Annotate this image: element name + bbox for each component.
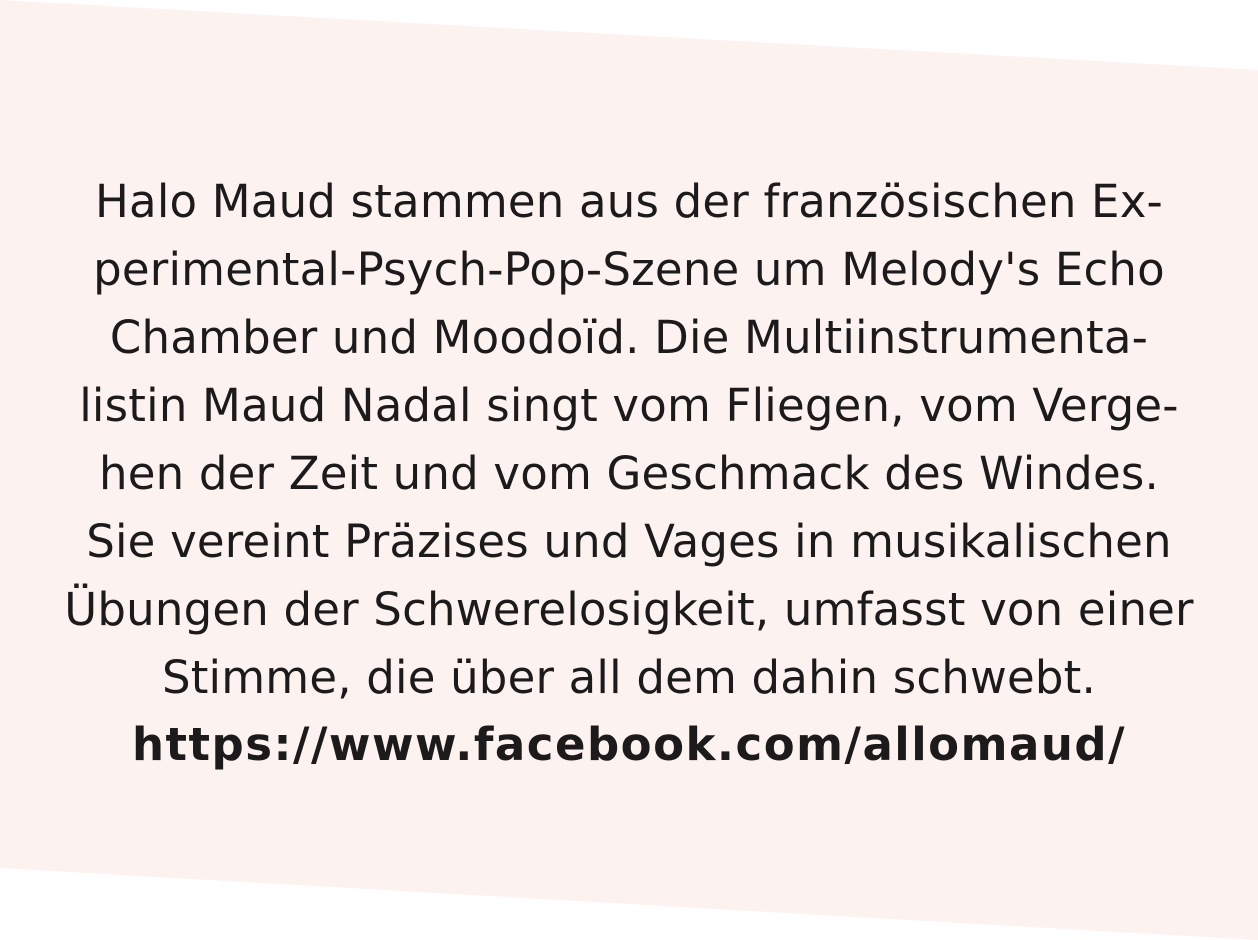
page: Halo Maud stammen aus der französischen … xyxy=(0,0,1258,940)
description-text-block: Halo Maud stammen aus der französischen … xyxy=(40,168,1218,776)
paragraph-line: listin Maud Nadal singt vom Fliegen, vom… xyxy=(79,379,1179,432)
paragraph-line: Stimme, die über all dem dahin schwebt. xyxy=(161,651,1097,704)
facebook-link[interactable]: https://www.facebook.com/allomaud/ xyxy=(40,714,1218,776)
paragraph-line: hen der Zeit und vom Geschmack des Winde… xyxy=(99,447,1159,500)
paragraph-line: Übungen der Schwerelosigkeit, umfasst vo… xyxy=(64,583,1194,636)
paragraph-line: perimental-Psych-Pop-Szene um Melody's E… xyxy=(93,243,1165,296)
paragraph-line: Chamber und Moodoïd. Die Multiinstrument… xyxy=(109,311,1149,364)
paragraph-line: Sie vereint Präzises und Vages in musika… xyxy=(86,515,1172,568)
paragraph-line: Halo Maud stammen aus der französischen … xyxy=(95,175,1163,228)
